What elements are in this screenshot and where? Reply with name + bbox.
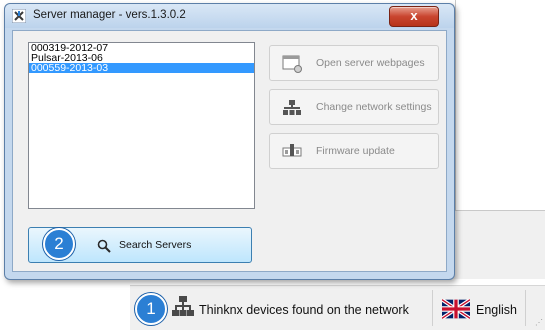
resize-grip-icon[interactable]: ⋰ bbox=[535, 318, 543, 327]
app-logo-icon bbox=[12, 9, 26, 23]
background-app-window bbox=[455, 0, 545, 210]
callout-two: 2 bbox=[43, 228, 75, 260]
firmware-update-label: Firmware update bbox=[316, 145, 395, 157]
server-list[interactable]: 000319-2012-07 Pulsar-2013-06 000559-201… bbox=[28, 42, 255, 209]
search-servers-label: Search Servers bbox=[119, 239, 192, 251]
status-separator bbox=[525, 290, 526, 326]
list-item-selected[interactable]: 000559-2013-03 bbox=[29, 63, 254, 73]
dialog-body: 000319-2012-07 Pulsar-2013-06 000559-201… bbox=[12, 30, 447, 272]
firmware-update-button[interactable]: Firmware update bbox=[269, 133, 439, 169]
status-separator bbox=[432, 290, 433, 326]
open-webpages-button[interactable]: Open server webpages bbox=[269, 45, 439, 81]
network-tree-icon bbox=[283, 100, 301, 115]
change-network-button[interactable]: Change network settings bbox=[269, 89, 439, 125]
firmware-chip-icon bbox=[282, 144, 302, 157]
window-title: Server manager - vers.1.3.0.2 bbox=[33, 9, 186, 21]
language-selector[interactable]: English bbox=[476, 303, 517, 317]
magnifier-icon bbox=[97, 239, 111, 253]
uk-flag-icon[interactable] bbox=[442, 299, 470, 319]
close-icon: x bbox=[410, 8, 418, 23]
change-network-label: Change network settings bbox=[316, 101, 432, 113]
open-webpages-label: Open server webpages bbox=[316, 57, 425, 69]
callout-one: 1 bbox=[135, 293, 167, 325]
devices-found-status: Thinknx devices found on the network bbox=[199, 303, 409, 317]
network-devices-icon bbox=[172, 296, 194, 316]
title-bar[interactable]: Server manager - vers.1.3.0.2 x bbox=[5, 4, 454, 28]
browser-window-icon bbox=[282, 55, 302, 73]
close-button[interactable]: x bbox=[389, 6, 439, 27]
